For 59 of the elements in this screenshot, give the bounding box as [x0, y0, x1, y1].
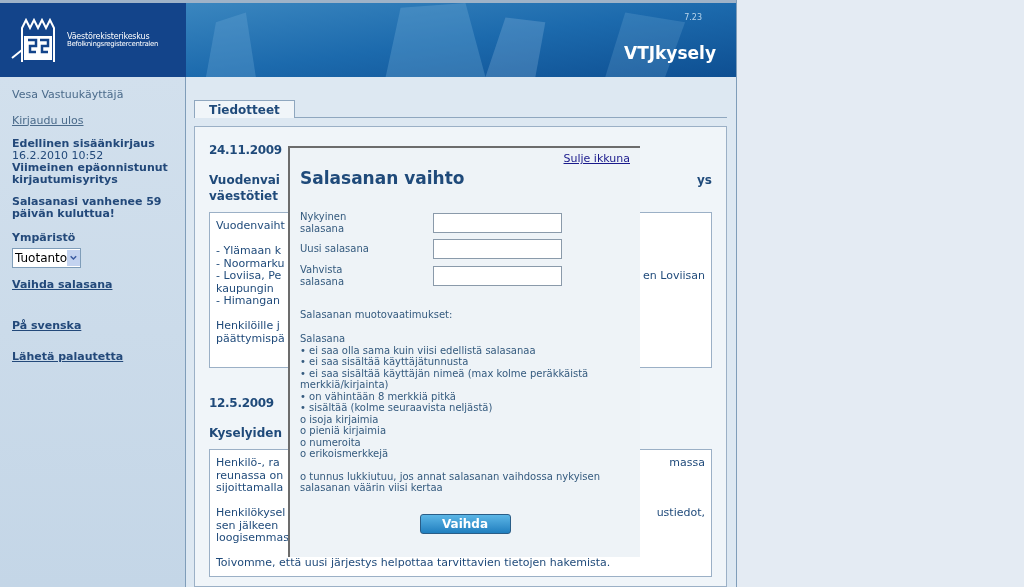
text-line: ustiedot,: [656, 507, 705, 520]
sidebar-link[interactable]: På svenska: [12, 318, 173, 335]
text-line: en Loviisan: [643, 270, 705, 283]
lock-notice: o tunnus lukkiutuu, jos annat salasanan vaihdossa nykyisen salasanan väärin viisi kertaa: [300, 470, 602, 494]
sidebar-link[interactable]: Vaihda salasana: [12, 276, 173, 293]
news-date: 24.11.2009: [209, 142, 282, 159]
text-line: - Ylämaan k: [216, 245, 282, 258]
close-link[interactable]: Sulje ikkuna: [563, 151, 630, 168]
app-title: VTJkysely: [623, 42, 716, 65]
requirement-line: • ei saa olla sama kuin viisi edellistä salasanaa: [300, 344, 537, 356]
org-name: Väestörekisterikeskus: [67, 32, 150, 41]
environment-label: Ympäristö: [12, 230, 77, 246]
requirement-line: • ei saa sisältää käyttäjätunnusta: [300, 356, 470, 368]
requirement-line: • sisältää (kolme seuraavista neljästä): [300, 402, 494, 414]
user-name: Vesa Vastuukäyttäjä: [12, 87, 125, 103]
failed-login-label: Viimeinen epäonnistunut kirjautumisyritys: [12, 162, 169, 186]
text-line: Kyselyiden: [209, 425, 282, 441]
text-line: ys: [697, 172, 712, 188]
text-line: - Noormarku: [216, 257, 285, 270]
text-line: kaupungin: [216, 282, 274, 295]
text-line: Vuodenvai: [209, 172, 280, 188]
requirement-line: o erikoismerkkejä: [300, 448, 390, 460]
requirement-line: • on vähintään 8 merkkiä pitkä: [300, 390, 457, 402]
text-line: Henkilö-, ra: [216, 457, 280, 470]
text-line: päättymispä: [216, 332, 285, 345]
requirement-line: • ei saa sisältää käyttäjän nimeä (max kolme peräkkäistä merkkiä/kirjainta): [300, 367, 590, 391]
password-expiry-notice: Salasanasi vanhenee 59 päivän kuluttua!: [12, 196, 163, 220]
text-line: väestötiet: [209, 188, 278, 204]
news-date: 12.5.2009: [209, 395, 274, 412]
requirement-line: o numeroita: [300, 436, 362, 448]
text-line: Toivomme, että uusi järjestys helpottaa tarvittavien tietojen hakemista.: [216, 557, 611, 570]
password-field[interactable]: [433, 265, 562, 286]
logout-link[interactable]: Kirjaudu ulos: [12, 112, 173, 129]
text-line: Henkilökysel: [216, 507, 286, 520]
text-line: Henkilöille j: [216, 320, 280, 333]
text-line: - Himangan: [216, 295, 280, 308]
field-label: Vahvista salasana: [300, 264, 346, 287]
requirement-line: o isoja kirjaimia: [300, 413, 380, 425]
password-field[interactable]: [433, 212, 562, 233]
text-line: massa: [669, 457, 705, 470]
last-login-time: 16.2.2010 10:52: [12, 150, 105, 162]
sidebar-link[interactable]: Lähetä palautetta: [12, 348, 173, 365]
text-line: sen jälkeen: [216, 519, 279, 532]
requirement-line: o pieniä kirjaimia: [300, 425, 387, 437]
environment-select[interactable]: Tuotanto: [12, 247, 81, 268]
version-label: 7.23: [684, 12, 702, 24]
field-label: Nykyinen salasana: [300, 211, 348, 234]
text-line: Vuodenvaiht: [216, 220, 285, 233]
dialog-title: Salasanan vaihto: [300, 166, 466, 190]
text-line: reunassa on: [216, 469, 284, 482]
text-line: loogisemmas: [216, 532, 289, 545]
requirements-title: Salasanan muotovaatimukset:: [300, 308, 454, 322]
field-label: Uusi salasana: [300, 243, 370, 255]
text-line: sijoittamalla: [216, 482, 284, 495]
requirement-line: Salasana: [300, 333, 347, 345]
tab[interactable]: Tiedotteet: [194, 100, 295, 118]
text-line: - Loviisa, Pe: [216, 270, 282, 283]
password-field[interactable]: [433, 239, 562, 259]
last-login-label: Edellinen sisäänkirjaus: [12, 138, 156, 150]
